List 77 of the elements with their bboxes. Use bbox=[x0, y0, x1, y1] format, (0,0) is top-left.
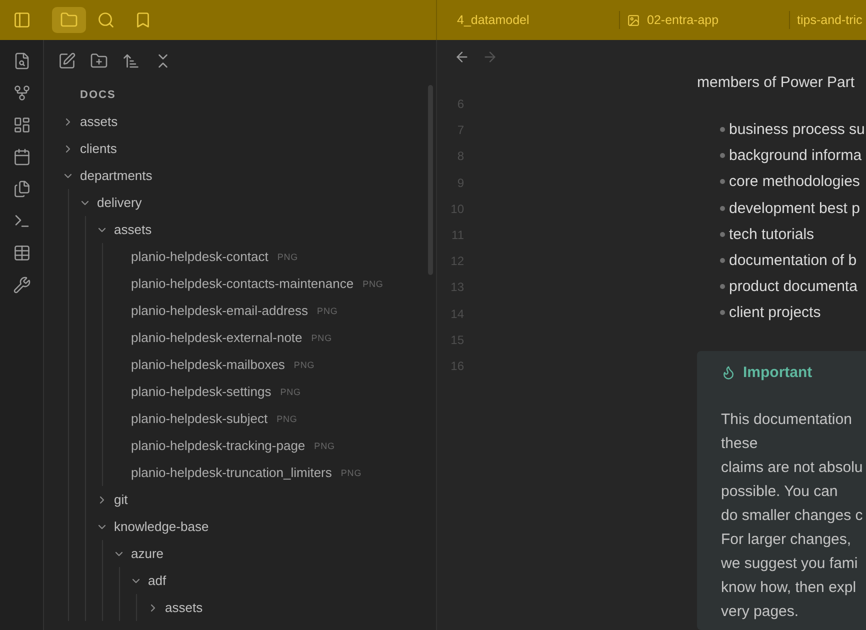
files-icon bbox=[12, 180, 30, 198]
callout-text-line: know how, then expl bbox=[721, 578, 858, 598]
callout-text-line: these bbox=[721, 434, 759, 454]
new-folder-icon bbox=[90, 52, 108, 70]
wrench-icon bbox=[12, 276, 30, 294]
bullet-icon bbox=[720, 153, 725, 158]
folder-item[interactable]: assets bbox=[86, 216, 436, 243]
list-item-text: product documenta bbox=[729, 278, 858, 296]
file-item[interactable]: planio-helpdesk-contact PNG bbox=[103, 243, 436, 270]
bullet-icon bbox=[720, 232, 725, 237]
file-type-label: PNG bbox=[317, 306, 338, 316]
file-type-label: PNG bbox=[314, 440, 335, 450]
files-button[interactable] bbox=[52, 7, 86, 33]
callout-text-line: claims are not absolu bbox=[721, 458, 864, 478]
callout-text-line: very pages. bbox=[721, 602, 800, 622]
file-item[interactable]: planio-helpdesk-settings PNG bbox=[103, 378, 436, 405]
search-icon bbox=[97, 11, 115, 29]
terminal-icon bbox=[12, 212, 30, 230]
bullet-icon bbox=[720, 258, 725, 263]
file-type-label: PNG bbox=[276, 414, 298, 424]
bullet-icon bbox=[720, 206, 725, 211]
list-item-text: documentation of b bbox=[729, 252, 857, 269]
file-type-label: PNG bbox=[340, 468, 362, 478]
folder-item[interactable]: clients bbox=[52, 135, 436, 162]
list-item-text: tech tutorials bbox=[729, 226, 814, 243]
list-item-text: client projects bbox=[729, 304, 821, 322]
folder-item[interactable]: git bbox=[86, 486, 436, 513]
arrow-left-icon bbox=[454, 49, 470, 65]
file-item[interactable]: planio-helpdesk-external-note PNG bbox=[103, 324, 436, 351]
callout-text-line: possible. You can bbox=[721, 482, 839, 502]
callout-text-line: we suggest you fami bbox=[721, 554, 859, 574]
callout-title: Important bbox=[743, 364, 812, 382]
folder-item[interactable]: azure bbox=[103, 540, 436, 567]
file-item[interactable]: planio-helpdesk-contacts-maintenance PNG bbox=[103, 270, 436, 297]
flame-icon bbox=[721, 365, 736, 380]
file-type-label: PNG bbox=[294, 360, 315, 370]
sort-icon bbox=[122, 52, 140, 70]
bullet-icon bbox=[720, 126, 725, 132]
file-type-label: PNG bbox=[362, 278, 384, 288]
dashboard-icon bbox=[12, 116, 30, 134]
file-item[interactable]: planio-helpdesk-email-address PNG bbox=[103, 297, 436, 324]
table-icon bbox=[12, 244, 30, 262]
callout-text-line: This documentation bbox=[721, 410, 853, 430]
list-item-text: development best p bbox=[729, 200, 860, 217]
paragraph-text: members of Power Part bbox=[697, 74, 856, 92]
file-item[interactable]: planio-helpdesk-truncation_limiters PNG bbox=[103, 459, 436, 486]
bullet-icon bbox=[720, 284, 725, 290]
file-item[interactable]: planio-helpdesk-mailboxes PNG bbox=[103, 351, 436, 378]
list-item-text: background informa bbox=[729, 147, 862, 164]
vault-name: DOCS bbox=[79, 88, 117, 103]
file-item[interactable]: planio-helpdesk-tracking-page PNG bbox=[103, 432, 436, 459]
list-item-text: core methodologies bbox=[729, 173, 860, 190]
list-item-text: business process su bbox=[729, 120, 865, 138]
file-item[interactable]: planio-helpdesk-subject PNG bbox=[103, 405, 436, 432]
bullet-icon bbox=[720, 179, 725, 184]
arrow-right-icon bbox=[482, 49, 498, 65]
callout-text-line: do smaller changes c bbox=[721, 506, 864, 526]
bullet-icon bbox=[720, 310, 725, 316]
new-note-icon bbox=[58, 52, 76, 70]
scrollbar-thumb[interactable] bbox=[428, 85, 433, 275]
bookmark-icon bbox=[134, 11, 152, 29]
folder-item[interactable]: adf bbox=[120, 567, 436, 594]
file-type-label: PNG bbox=[280, 386, 301, 396]
folder-item[interactable]: departments bbox=[52, 162, 436, 189]
folder-item[interactable]: knowledge-base bbox=[86, 513, 436, 540]
file-type-label: PNG bbox=[311, 332, 332, 342]
sidebar-icon bbox=[13, 11, 31, 29]
file-search-icon bbox=[12, 52, 30, 70]
folder-item[interactable]: assets bbox=[52, 108, 436, 135]
folder-item[interactable]: assets bbox=[137, 594, 436, 621]
file-type-label: PNG bbox=[277, 252, 298, 262]
fork-graph-icon bbox=[12, 84, 30, 102]
folder-icon bbox=[60, 11, 78, 29]
callout-text-line: For larger changes, bbox=[721, 530, 852, 550]
calendar-icon bbox=[12, 148, 30, 166]
folder-item[interactable]: delivery bbox=[69, 189, 436, 216]
image-icon bbox=[627, 14, 640, 26]
